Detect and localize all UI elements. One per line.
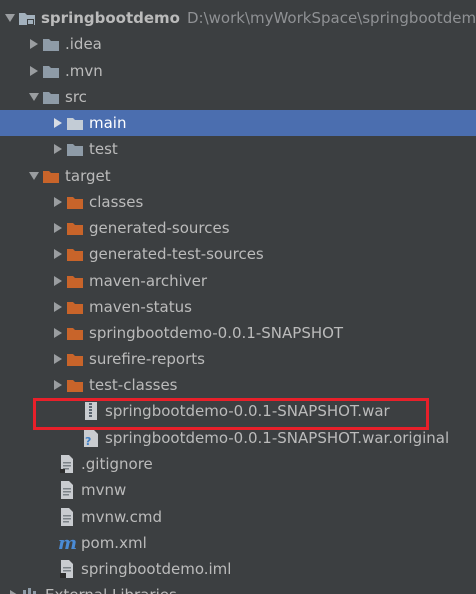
text-file-icon xyxy=(58,508,76,526)
excluded-folder-icon xyxy=(66,272,84,290)
tree-row-classes[interactable]: classes xyxy=(0,189,476,215)
excluded-folder-icon xyxy=(66,324,84,342)
archive-icon xyxy=(82,402,100,420)
project-tree[interactable]: springbootdemo D:\work\myWorkSpace\sprin… xyxy=(0,0,476,594)
unknown-file-icon: ? xyxy=(82,429,100,447)
tree-row-test[interactable]: test xyxy=(0,136,476,162)
library-icon xyxy=(22,586,40,594)
project-folder-icon xyxy=(18,9,36,27)
folder-label: .mvn xyxy=(65,62,103,80)
tree-row-test-classes[interactable]: test-classes xyxy=(0,372,476,398)
tree-row-generated-test-sources[interactable]: generated-test-sources xyxy=(0,241,476,267)
project-path: D:\work\myWorkSpace\springbootdem xyxy=(186,9,476,27)
folder-icon xyxy=(66,114,84,132)
file-label: springbootdemo.iml xyxy=(81,560,232,578)
tree-row-maven-status[interactable]: maven-status xyxy=(0,294,476,320)
excluded-folder-icon xyxy=(66,350,84,368)
tree-row-project-root[interactable]: springbootdemo D:\work\myWorkSpace\sprin… xyxy=(0,5,476,31)
module-file-icon xyxy=(58,560,76,578)
chevron-right-icon[interactable] xyxy=(50,320,66,346)
folder-icon xyxy=(42,35,60,53)
tree-row-gitignore[interactable]: .gitignore xyxy=(0,451,476,477)
file-label: .gitignore xyxy=(81,455,153,473)
chevron-right-icon[interactable] xyxy=(50,189,66,215)
maven-icon: m xyxy=(58,534,76,552)
folder-label: .idea xyxy=(65,35,102,53)
tree-row-generated-sources[interactable]: generated-sources xyxy=(0,215,476,241)
tree-row-src[interactable]: src xyxy=(0,84,476,110)
tree-row-idea[interactable]: .idea xyxy=(0,31,476,57)
tree-row-external-libraries[interactable]: External Libraries xyxy=(0,582,476,594)
chevron-right-icon[interactable] xyxy=(50,136,66,162)
chevron-right-icon[interactable] xyxy=(50,241,66,267)
file-label: mvnw.cmd xyxy=(81,508,163,526)
svg-text:?: ? xyxy=(85,435,91,447)
excluded-folder-icon xyxy=(66,245,84,263)
chevron-right-icon[interactable] xyxy=(50,215,66,241)
chevron-right-icon[interactable] xyxy=(26,31,42,57)
tree-row-mvn[interactable]: .mvn xyxy=(0,58,476,84)
chevron-right-icon[interactable] xyxy=(50,294,66,320)
folder-label: classes xyxy=(89,193,144,211)
folder-label: src xyxy=(65,88,87,106)
folder-label: surefire-reports xyxy=(89,350,205,368)
svg-text:m: m xyxy=(58,534,76,552)
tree-row-maven-archiver[interactable]: maven-archiver xyxy=(0,268,476,294)
chevron-right-icon[interactable] xyxy=(50,346,66,372)
file-label: pom.xml xyxy=(81,534,147,552)
external-libraries-label: External Libraries xyxy=(45,586,177,594)
tree-row-surefire-reports[interactable]: surefire-reports xyxy=(0,346,476,372)
folder-label: maven-status xyxy=(89,298,192,316)
tree-row-mvnw-cmd[interactable]: mvnw.cmd xyxy=(0,504,476,530)
tree-row-snapshot-dir[interactable]: springbootdemo-0.0.1-SNAPSHOT xyxy=(0,320,476,346)
excluded-folder-icon xyxy=(66,219,84,237)
file-label: springbootdemo-0.0.1-SNAPSHOT.war.origin… xyxy=(105,429,450,447)
chevron-down-icon[interactable] xyxy=(2,5,18,31)
folder-label: test xyxy=(89,140,118,158)
tree-row-target[interactable]: target xyxy=(0,163,476,189)
folder-label: generated-sources xyxy=(89,219,230,237)
project-name: springbootdemo xyxy=(41,9,180,27)
file-label: springbootdemo-0.0.1-SNAPSHOT.war xyxy=(105,402,390,420)
folder-label: main xyxy=(89,114,127,132)
folder-label: target xyxy=(65,167,111,185)
text-file-icon xyxy=(58,481,76,499)
chevron-right-icon[interactable] xyxy=(6,582,22,594)
tree-row-mvnw[interactable]: mvnw xyxy=(0,477,476,503)
chevron-down-icon[interactable] xyxy=(26,163,42,189)
folder-icon xyxy=(42,62,60,80)
folder-icon xyxy=(66,140,84,158)
chevron-right-icon[interactable] xyxy=(26,58,42,84)
tree-row-pom[interactable]: m pom.xml xyxy=(0,530,476,556)
tree-row-main[interactable]: main xyxy=(0,110,476,136)
tree-row-war-file[interactable]: springbootdemo-0.0.1-SNAPSHOT.war xyxy=(0,398,476,424)
folder-label: generated-test-sources xyxy=(89,245,264,263)
text-file-icon xyxy=(58,455,76,473)
tree-row-war-original[interactable]: ? springbootdemo-0.0.1-SNAPSHOT.war.orig… xyxy=(0,425,476,451)
chevron-right-icon[interactable] xyxy=(50,268,66,294)
tree-row-iml[interactable]: springbootdemo.iml xyxy=(0,556,476,582)
folder-label: test-classes xyxy=(89,376,178,394)
file-label: mvnw xyxy=(81,481,127,499)
folder-icon xyxy=(42,88,60,106)
chevron-down-icon[interactable] xyxy=(26,84,42,110)
excluded-folder-icon xyxy=(66,376,84,394)
excluded-folder-icon xyxy=(42,167,60,185)
chevron-right-icon[interactable] xyxy=(50,372,66,398)
folder-label: maven-archiver xyxy=(89,272,208,290)
chevron-right-icon[interactable] xyxy=(50,110,66,136)
excluded-folder-icon xyxy=(66,298,84,316)
excluded-folder-icon xyxy=(66,193,84,211)
folder-label: springbootdemo-0.0.1-SNAPSHOT xyxy=(89,324,344,342)
